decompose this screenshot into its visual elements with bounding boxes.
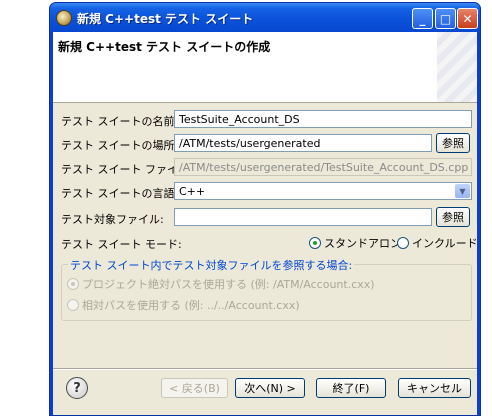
radio-unchecked-icon: [397, 237, 409, 249]
target-file-label: テスト対象ファイル:: [61, 213, 164, 226]
dialog-content: 新規 C++test テスト スイートの作成 テスト スイートの名前: Test…: [53, 32, 478, 415]
mode-include-label: インクルード: [412, 237, 478, 250]
wizard-banner: 新規 C++test テスト スイートの作成: [53, 32, 477, 103]
next-button[interactable]: 次へ(N) >: [235, 378, 305, 398]
wizard-window: 新規 C++test テスト スイート _ □ ✕ 新規 C++test テスト…: [49, 2, 481, 416]
radio-unchecked-icon: [67, 299, 79, 311]
target-browse-button[interactable]: 参照: [436, 207, 470, 227]
minimize-icon: _: [419, 11, 426, 26]
relative-path-label: 相対パスを使用する (例: ../../Account.cxx): [82, 299, 300, 312]
suite-file-label: テスト スイート ファイル:: [61, 163, 193, 176]
mode-include-radio[interactable]: インクルード: [397, 235, 478, 251]
cancel-button[interactable]: キャンセル: [398, 378, 471, 398]
group-legend: テスト スイート内でテスト対象ファイルを参照する場合:: [68, 257, 355, 273]
absolute-path-label: プロジェクト絶対パスを使用する (例: /ATM/Account.cxx): [82, 278, 375, 291]
maximize-icon: □: [439, 11, 452, 26]
absolute-path-radio: プロジェクト絶対パスを使用する (例: /ATM/Account.cxx): [67, 276, 375, 292]
suite-language-select[interactable]: C++ ▼: [174, 182, 472, 200]
page-title: 新規 C++test テスト スイートの作成: [58, 40, 271, 54]
suite-mode-label: テスト スイート モード:: [61, 238, 182, 251]
radio-checked-icon: [309, 237, 321, 249]
mode-standalone-label: スタンドアロン: [324, 237, 401, 250]
path-reference-group: テスト スイート内でテスト対象ファイルを参照する場合: プロジェクト絶対パスを使…: [61, 257, 472, 321]
location-browse-button[interactable]: 参照: [436, 133, 470, 153]
suite-name-label: テスト スイートの名前:: [61, 115, 179, 128]
close-button[interactable]: ✕: [457, 8, 478, 29]
suite-name-input[interactable]: TestSuite_Account_DS: [174, 110, 472, 128]
minimize-button[interactable]: _: [412, 8, 433, 29]
relative-path-radio: 相対パスを使用する (例: ../../Account.cxx): [67, 297, 300, 313]
help-icon[interactable]: ?: [66, 377, 88, 399]
chevron-down-icon[interactable]: ▼: [455, 184, 470, 198]
target-file-input[interactable]: [174, 208, 432, 226]
radio-checked-icon: [67, 278, 79, 290]
back-button: < 戻る(B): [161, 378, 228, 398]
suite-language-label: テスト スイートの言語:: [61, 187, 179, 200]
language-selected-value: C++: [179, 185, 206, 198]
title-bar[interactable]: 新規 C++test テスト スイート _ □ ✕: [50, 3, 480, 32]
maximize-button[interactable]: □: [435, 8, 456, 29]
banner-decoration: [437, 32, 477, 102]
mode-standalone-radio[interactable]: スタンドアロン: [309, 235, 401, 251]
suite-location-label: テスト スイートの場所:: [61, 139, 179, 152]
window-title: 新規 C++test テスト スイート: [77, 12, 254, 26]
close-icon: ✕: [462, 11, 473, 26]
footer-separator: [53, 368, 477, 370]
finish-button[interactable]: 終了(F): [316, 378, 386, 398]
eclipse-icon: [56, 10, 72, 26]
suite-location-input[interactable]: /ATM/tests/usergenerated: [174, 134, 432, 152]
suite-file-input: /ATM/tests/usergenerated/TestSuite_Accou…: [174, 158, 472, 176]
